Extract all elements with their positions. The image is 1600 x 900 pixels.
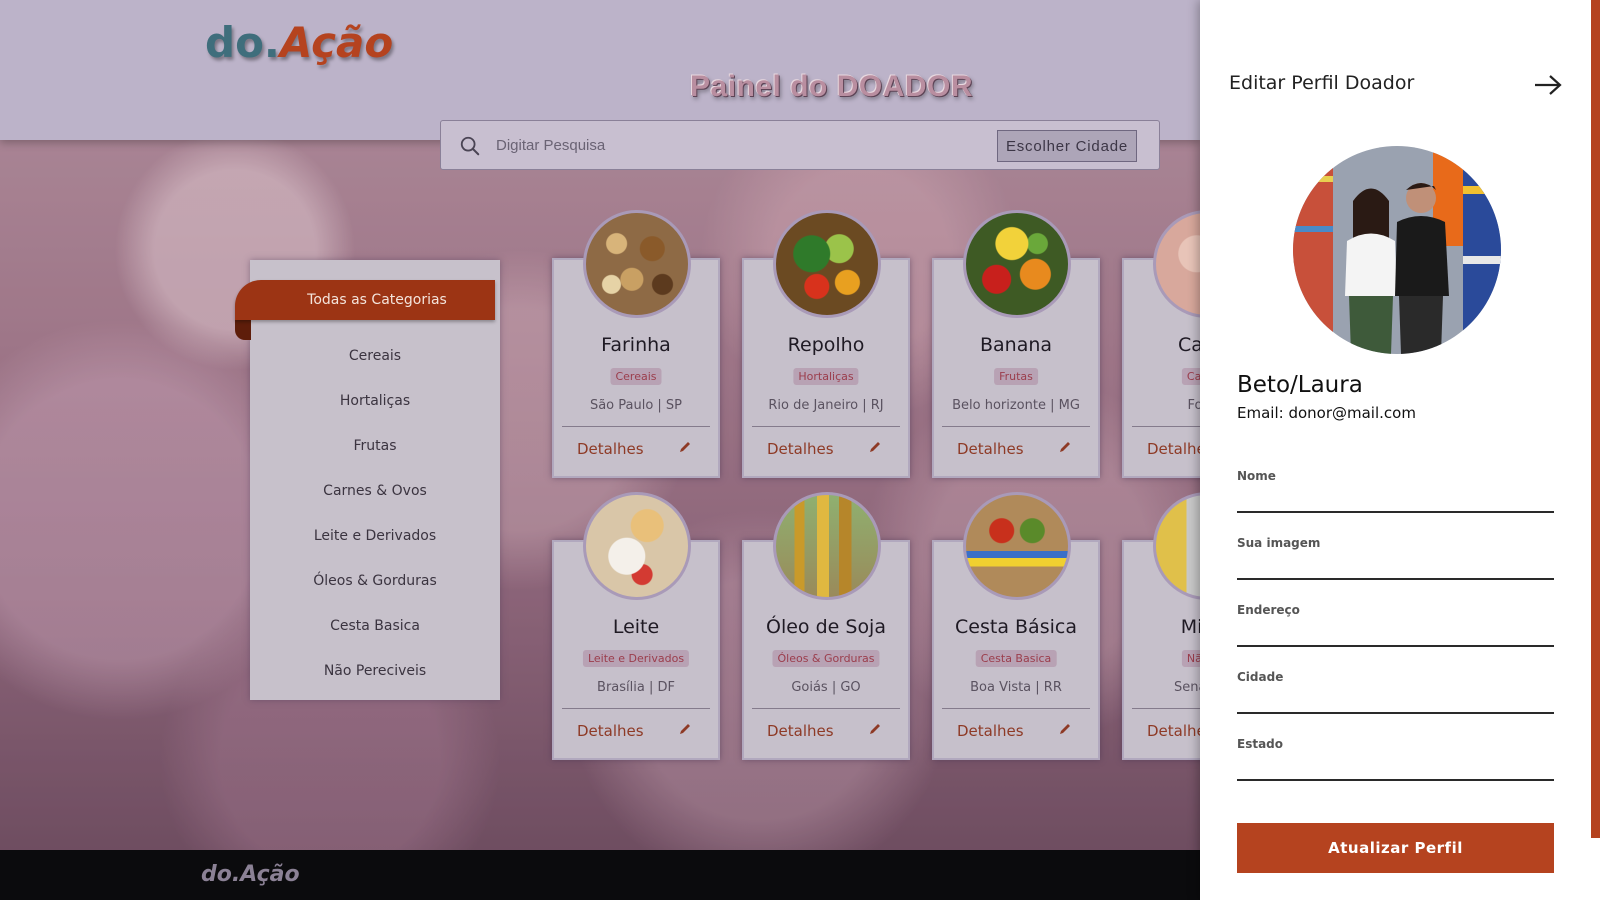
donation-card: Óleo de Soja Óleos & Gorduras Goiás | GO… (742, 492, 910, 760)
divider (942, 708, 1090, 709)
state-input[interactable] (1237, 753, 1554, 781)
pencil-icon[interactable] (678, 722, 692, 736)
arrow-right-icon[interactable] (1533, 74, 1563, 96)
card-location: Boa Vista | RR (970, 680, 1062, 695)
field-label: Estado (1237, 737, 1284, 751)
category-badge: Hortaliças (793, 368, 859, 385)
card-title: Leite (612, 616, 660, 638)
header: do.Ação Painel do DOADOR (0, 0, 1200, 140)
category-badge: Frutas (994, 368, 1038, 385)
page-title: Painel do DOADOR (690, 70, 974, 103)
divider (562, 708, 710, 709)
address-input[interactable] (1237, 619, 1554, 647)
pencil-icon[interactable] (1058, 722, 1072, 736)
donation-card: Farinha Cereais São Paulo | SP Detalhes (552, 210, 720, 478)
drawer-title: Editar Perfil Doador (1229, 72, 1415, 94)
fruits-image (963, 210, 1071, 318)
scrollbar[interactable] (1591, 0, 1600, 838)
field-image: Sua imagem (1237, 536, 1554, 580)
details-link[interactable]: Detalhes (767, 440, 834, 458)
card-title: Cesta Básica (955, 616, 1077, 638)
details-link[interactable]: Detalhes (577, 440, 644, 458)
category-all[interactable]: Todas as Categorias (235, 280, 495, 320)
field-label: Sua imagem (1237, 536, 1321, 550)
field-label: Nome (1237, 469, 1276, 483)
edit-profile-drawer: Editar Perfil Doador Beto/Laura Email: d… (1200, 0, 1600, 900)
food-box-image (963, 492, 1071, 600)
city-input[interactable] (1237, 686, 1554, 714)
category-item[interactable]: Carnes & Ovos (250, 468, 500, 513)
search-input[interactable] (496, 130, 916, 160)
field-label: Endereço (1237, 603, 1300, 617)
card-title: Banana (979, 334, 1053, 356)
pencil-icon[interactable] (868, 440, 882, 454)
field-address: Endereço (1237, 603, 1554, 647)
category-badge: Óleos & Gorduras (772, 650, 880, 667)
donation-card: Cesta Básica Cesta Basica Boa Vista | RR… (932, 492, 1100, 760)
category-badge: Cereais (610, 368, 662, 385)
divider (562, 426, 710, 427)
details-link[interactable]: Detalhe (1147, 440, 1206, 458)
card-title: Farinha (601, 334, 671, 356)
divider (752, 708, 900, 709)
card-location: Rio de Janeiro | RJ (768, 398, 884, 413)
category-list: Cereais Hortaliças Frutas Carnes & Ovos … (250, 333, 500, 693)
category-item[interactable]: Cereais (250, 333, 500, 378)
donation-card: Leite Leite e Derivados Brasília | DF De… (552, 492, 720, 760)
grain-sacks-image (583, 210, 691, 318)
search-bar: Escolher Cidade (440, 120, 1160, 170)
field-city: Cidade (1237, 670, 1554, 714)
donor-name: Beto/Laura (1237, 372, 1363, 398)
search-icon[interactable] (459, 135, 481, 157)
field-state: Estado (1237, 737, 1554, 781)
details-link[interactable]: Detalhes (957, 722, 1024, 740)
name-input[interactable] (1237, 485, 1554, 513)
avatar (1293, 146, 1501, 354)
field-label: Cidade (1237, 670, 1284, 684)
dairy-image (583, 492, 691, 600)
category-badge: Cesta Basica (975, 650, 1057, 667)
category-badge: Leite e Derivados (582, 650, 690, 667)
category-item[interactable]: Hortaliças (250, 378, 500, 423)
category-item[interactable]: Não Pereciveis (250, 648, 500, 693)
divider (752, 426, 900, 427)
category-item[interactable]: Leite e Derivados (250, 513, 500, 558)
pencil-icon[interactable] (868, 722, 882, 736)
divider (942, 426, 1090, 427)
ribbon-fold (235, 318, 251, 340)
details-link[interactable]: Detalhes (577, 722, 644, 740)
field-nome: Nome (1237, 469, 1554, 513)
oil-bottles-image (773, 492, 881, 600)
donor-email: Email: donor@mail.com (1237, 404, 1416, 422)
image-input[interactable] (1237, 552, 1554, 580)
card-location: Belo horizonte | MG (952, 398, 1080, 413)
category-item[interactable]: Cesta Basica (250, 603, 500, 648)
card-location: Brasília | DF (597, 680, 675, 695)
card-location: Goiás | GO (791, 680, 861, 695)
vegetable-basket-image (773, 210, 881, 318)
category-item[interactable]: Óleos & Gorduras (250, 558, 500, 603)
update-profile-button[interactable]: Atualizar Perfil (1237, 823, 1554, 873)
choose-city-button[interactable]: Escolher Cidade (996, 130, 1137, 162)
details-link[interactable]: Detalhe (1147, 722, 1206, 740)
card-title: Óleo de Soja (766, 616, 886, 638)
pencil-icon[interactable] (678, 440, 692, 454)
footer-logo: do.Ação (201, 862, 300, 887)
donation-card: Repolho Hortaliças Rio de Janeiro | RJ D… (742, 210, 910, 478)
card-title: Repolho (787, 334, 865, 356)
category-item[interactable]: Frutas (250, 423, 500, 468)
pencil-icon[interactable] (1058, 440, 1072, 454)
card-location: São Paulo | SP (589, 398, 683, 413)
details-link[interactable]: Detalhes (957, 440, 1024, 458)
logo[interactable]: do.Ação (205, 18, 393, 67)
details-link[interactable]: Detalhes (767, 722, 834, 740)
donation-card: Banana Frutas Belo horizonte | MG Detalh… (932, 210, 1100, 478)
